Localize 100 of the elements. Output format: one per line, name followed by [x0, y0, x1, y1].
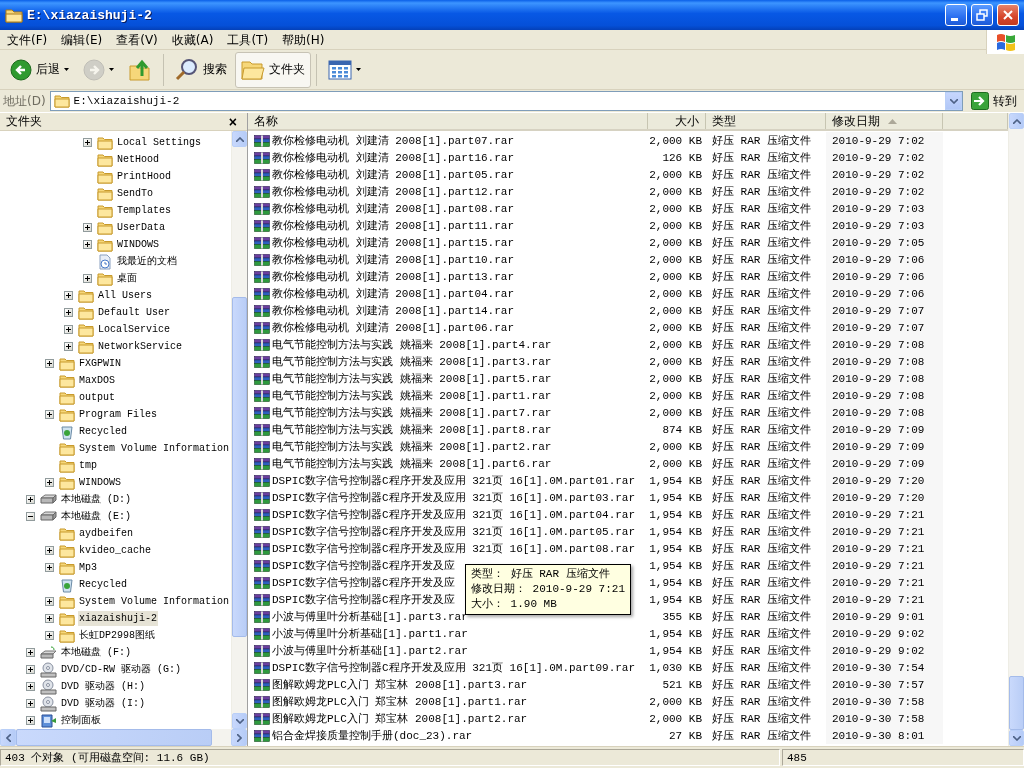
- file-name[interactable]: DSPIC数字信号控制器C程序开发及应用 321页 16[1].0M.part05.rar: [272, 524, 636, 539]
- tree-item[interactable]: LocalService: [97, 322, 171, 337]
- expand-toggle[interactable]: [45, 546, 54, 555]
- file-name[interactable]: 电气节能控制方法与实践 姚福来 2008[1].part4.rar: [272, 337, 552, 352]
- file-name[interactable]: 教你检修电动机 刘建清 2008[1].part14.rar: [272, 303, 515, 318]
- tree-item[interactable]: Recycled: [78, 424, 128, 439]
- tree-item[interactable]: kvideo_cache: [78, 543, 152, 558]
- column-header[interactable]: 名称: [248, 113, 648, 129]
- file-name[interactable]: 教你检修电动机 刘建清 2008[1].part08.rar: [272, 201, 515, 216]
- file-name[interactable]: DSPIC数字信号控制器C程序开发及应: [272, 592, 455, 607]
- minimize-button[interactable]: [945, 4, 967, 26]
- file-name[interactable]: 铝合金焊接质量控制手册(doc_23).rar: [272, 728, 473, 743]
- tree-item[interactable]: WINDOWS: [116, 237, 160, 252]
- expand-toggle[interactable]: [45, 597, 54, 606]
- file-name[interactable]: 教你检修电动机 刘建清 2008[1].part07.rar: [272, 133, 515, 148]
- file-name[interactable]: 图解欧姆龙PLC入门 郑宝林 2008[1].part1.rar: [272, 694, 528, 709]
- dropdown-button[interactable]: [945, 92, 962, 110]
- expand-toggle[interactable]: [45, 478, 54, 487]
- tree-item[interactable]: Recycled: [78, 577, 128, 592]
- tree-item[interactable]: 桌面: [116, 271, 138, 286]
- tree-item[interactable]: MaxDOS: [78, 373, 116, 388]
- tree-item[interactable]: System Volume Information: [78, 594, 231, 609]
- expand-toggle[interactable]: [83, 138, 92, 147]
- expand-toggle[interactable]: [45, 359, 54, 368]
- expand-toggle[interactable]: [83, 274, 92, 283]
- tree-item[interactable]: All Users: [97, 288, 153, 303]
- expand-toggle[interactable]: [83, 240, 92, 249]
- tree-item[interactable]: 本地磁盘 (F:): [60, 645, 132, 660]
- file-name[interactable]: 教你检修电动机 刘建清 2008[1].part04.rar: [272, 286, 515, 301]
- tree-item[interactable]: 长虹DP2998图纸: [78, 628, 156, 643]
- file-name[interactable]: DSPIC数字信号控制器C程序开发及应: [272, 558, 455, 573]
- file-name[interactable]: DSPIC数字信号控制器C程序开发及应用 321页 16[1].0M.part03.rar: [272, 490, 636, 505]
- restore-button[interactable]: [971, 4, 993, 26]
- expand-toggle[interactable]: [83, 223, 92, 232]
- file-name[interactable]: DSPIC数字信号控制器C程序开发及应用 321页 16[1].0M.part09.rar: [272, 660, 636, 675]
- file-name[interactable]: 小波与傅里叶分析基础[1].part3.rar: [272, 609, 468, 624]
- file-name[interactable]: 教你检修电动机 刘建清 2008[1].part16.rar: [272, 150, 515, 165]
- file-name[interactable]: 电气节能控制方法与实践 姚福来 2008[1].part6.rar: [272, 456, 552, 471]
- file-name[interactable]: 电气节能控制方法与实践 姚福来 2008[1].part3.rar: [272, 354, 552, 369]
- column-header[interactable]: 修改日期: [826, 113, 943, 129]
- address-field[interactable]: E:\xiazaishuji-2: [49, 91, 963, 111]
- tree-item[interactable]: 我最近的文档: [116, 254, 178, 269]
- tree-item[interactable]: WINDOWS: [78, 475, 122, 490]
- expand-toggle[interactable]: [26, 648, 35, 657]
- scrollbar[interactable]: [0, 729, 247, 746]
- expand-toggle[interactable]: [64, 342, 73, 351]
- scroll-thumb[interactable]: [232, 297, 247, 637]
- tree-item[interactable]: xiazaishuji-2: [78, 611, 158, 626]
- file-name[interactable]: DSPIC数字信号控制器C程序开发及应用 321页 16[1].0M.part01.rar: [272, 473, 636, 488]
- file-name[interactable]: 教你检修电动机 刘建清 2008[1].part13.rar: [272, 269, 515, 284]
- expand-toggle[interactable]: [26, 682, 35, 691]
- file-name[interactable]: 电气节能控制方法与实践 姚福来 2008[1].part1.rar: [272, 388, 552, 403]
- tree-item[interactable]: Default User: [97, 305, 171, 320]
- folders-button[interactable]: 文件夹: [235, 51, 311, 88]
- tree-item[interactable]: NetHood: [116, 152, 160, 167]
- file-name[interactable]: DSPIC数字信号控制器C程序开发及应用 321页 16[1].0M.part04.rar: [272, 507, 636, 522]
- file-name[interactable]: 小波与傅里叶分析基础[1].part2.rar: [272, 643, 468, 658]
- tree-item[interactable]: System Volume Information: [78, 441, 231, 456]
- tree-item[interactable]: aydbeifen: [78, 526, 134, 541]
- scrollbar[interactable]: [1008, 113, 1024, 746]
- menu-item[interactable]: 帮助(H): [275, 30, 332, 49]
- expand-toggle[interactable]: [45, 614, 54, 623]
- file-name[interactable]: 教你检修电动机 刘建清 2008[1].part10.rar: [272, 252, 515, 267]
- expand-toggle[interactable]: [26, 665, 35, 674]
- tree-item[interactable]: 控制面板: [60, 713, 102, 728]
- tree-item[interactable]: FXGPWIN: [78, 356, 122, 371]
- tree-item[interactable]: 本地磁盘 (E:): [60, 509, 132, 524]
- file-name[interactable]: 教你检修电动机 刘建清 2008[1].part12.rar: [272, 184, 515, 199]
- tree-item[interactable]: Mp3: [78, 560, 98, 575]
- expand-toggle[interactable]: [64, 291, 73, 300]
- expand-toggle[interactable]: [26, 495, 35, 504]
- tree-item[interactable]: UserData: [116, 220, 166, 235]
- expand-toggle[interactable]: [64, 325, 73, 334]
- file-name[interactable]: 教你检修电动机 刘建清 2008[1].part11.rar: [272, 218, 515, 233]
- tree-item[interactable]: Templates: [116, 203, 172, 218]
- search-button[interactable]: 搜索: [169, 51, 233, 88]
- tree-item[interactable]: SendTo: [116, 186, 154, 201]
- tree-item[interactable]: 本地磁盘 (D:): [60, 492, 132, 507]
- back-button[interactable]: 后退: [4, 51, 75, 88]
- tree-item[interactable]: tmp: [78, 458, 98, 473]
- file-name[interactable]: 教你检修电动机 刘建清 2008[1].part05.rar: [272, 167, 515, 182]
- file-name[interactable]: 小波与傅里叶分析基础[1].part1.rar: [272, 626, 468, 641]
- file-name[interactable]: 电气节能控制方法与实践 姚福来 2008[1].part8.rar: [272, 422, 552, 437]
- scrollbar[interactable]: [231, 131, 247, 729]
- tree-item[interactable]: DVD 驱动器 (I:): [60, 696, 146, 711]
- tree-item[interactable]: output: [78, 390, 116, 405]
- close-button[interactable]: ×: [224, 114, 241, 129]
- menu-item[interactable]: 工具(T): [220, 30, 276, 49]
- tree-item[interactable]: Local Settings: [116, 135, 202, 150]
- menu-item[interactable]: 文件(F): [0, 30, 55, 49]
- expand-toggle[interactable]: [64, 308, 73, 317]
- close-button[interactable]: [997, 4, 1019, 26]
- expand-toggle[interactable]: [45, 563, 54, 572]
- file-name[interactable]: 电气节能控制方法与实践 姚福来 2008[1].part2.rar: [272, 439, 552, 454]
- column-header[interactable]: 类型: [706, 113, 826, 129]
- expand-toggle[interactable]: [26, 716, 35, 725]
- collapse-toggle[interactable]: [26, 512, 35, 521]
- go-button[interactable]: 转到: [967, 91, 1021, 111]
- tree-item[interactable]: Program Files: [78, 407, 158, 422]
- scroll-thumb[interactable]: [16, 729, 212, 746]
